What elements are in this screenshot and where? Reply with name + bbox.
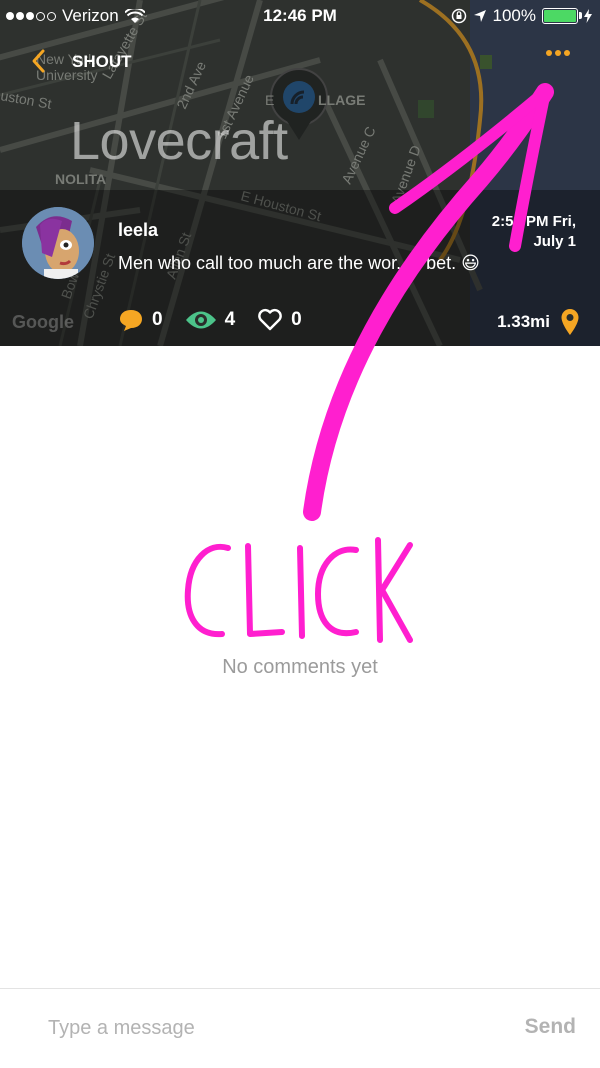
message-composer: Send [0, 988, 600, 1068]
nav-title: SHOUT [72, 52, 132, 71]
shout-header: New York University uston St Lafayette S… [0, 0, 600, 346]
chevron-left-icon[interactable] [26, 46, 56, 76]
comments-stat[interactable]: 0 [118, 308, 163, 332]
nav-bar: SHOUT [0, 40, 600, 80]
eye-icon [185, 311, 216, 329]
timestamp-line-1: 2:53 PM Fri, [491, 213, 576, 230]
heart-icon [258, 308, 282, 331]
google-logo: Google [12, 312, 74, 332]
shout-username[interactable]: leela [118, 220, 158, 241]
send-button[interactable]: Send [525, 1015, 576, 1039]
more-horizontal-icon[interactable] [546, 50, 570, 56]
no-comments-message: No comments yet [222, 656, 378, 678]
shout-stats: 0 4 0 [118, 308, 324, 332]
comments-count: 0 [152, 309, 163, 330]
rotation-lock-icon [451, 8, 466, 24]
battery-percent: 100% [492, 6, 536, 25]
message-input[interactable] [46, 1011, 470, 1045]
battery-icon [542, 8, 582, 24]
location-pin-icon [561, 309, 579, 335]
shout-message: Men who call too much are the wor... I b… [118, 253, 480, 273]
status-bar: Verizon 12:46 PM 100% [0, 0, 600, 32]
place-name: Lovecraft [70, 111, 288, 171]
distance-value: 1.33mi [497, 312, 550, 331]
views-stat: 4 [185, 309, 236, 331]
annotation-click-text [184, 537, 413, 643]
likes-stat[interactable]: 0 [257, 308, 302, 332]
avatar-image [22, 207, 94, 279]
avatar[interactable] [22, 207, 94, 279]
timestamp-line-2: July 1 [533, 233, 576, 250]
distance-stat: 1.33mi [497, 308, 580, 336]
views-count: 4 [224, 309, 236, 330]
comment-bubble-icon [120, 310, 142, 331]
charging-bolt-icon [584, 9, 592, 23]
location-arrow-icon [473, 10, 486, 22]
likes-count: 0 [291, 309, 302, 330]
shout-timestamp: 2:53 PM Fri, July 1 [492, 212, 576, 252]
